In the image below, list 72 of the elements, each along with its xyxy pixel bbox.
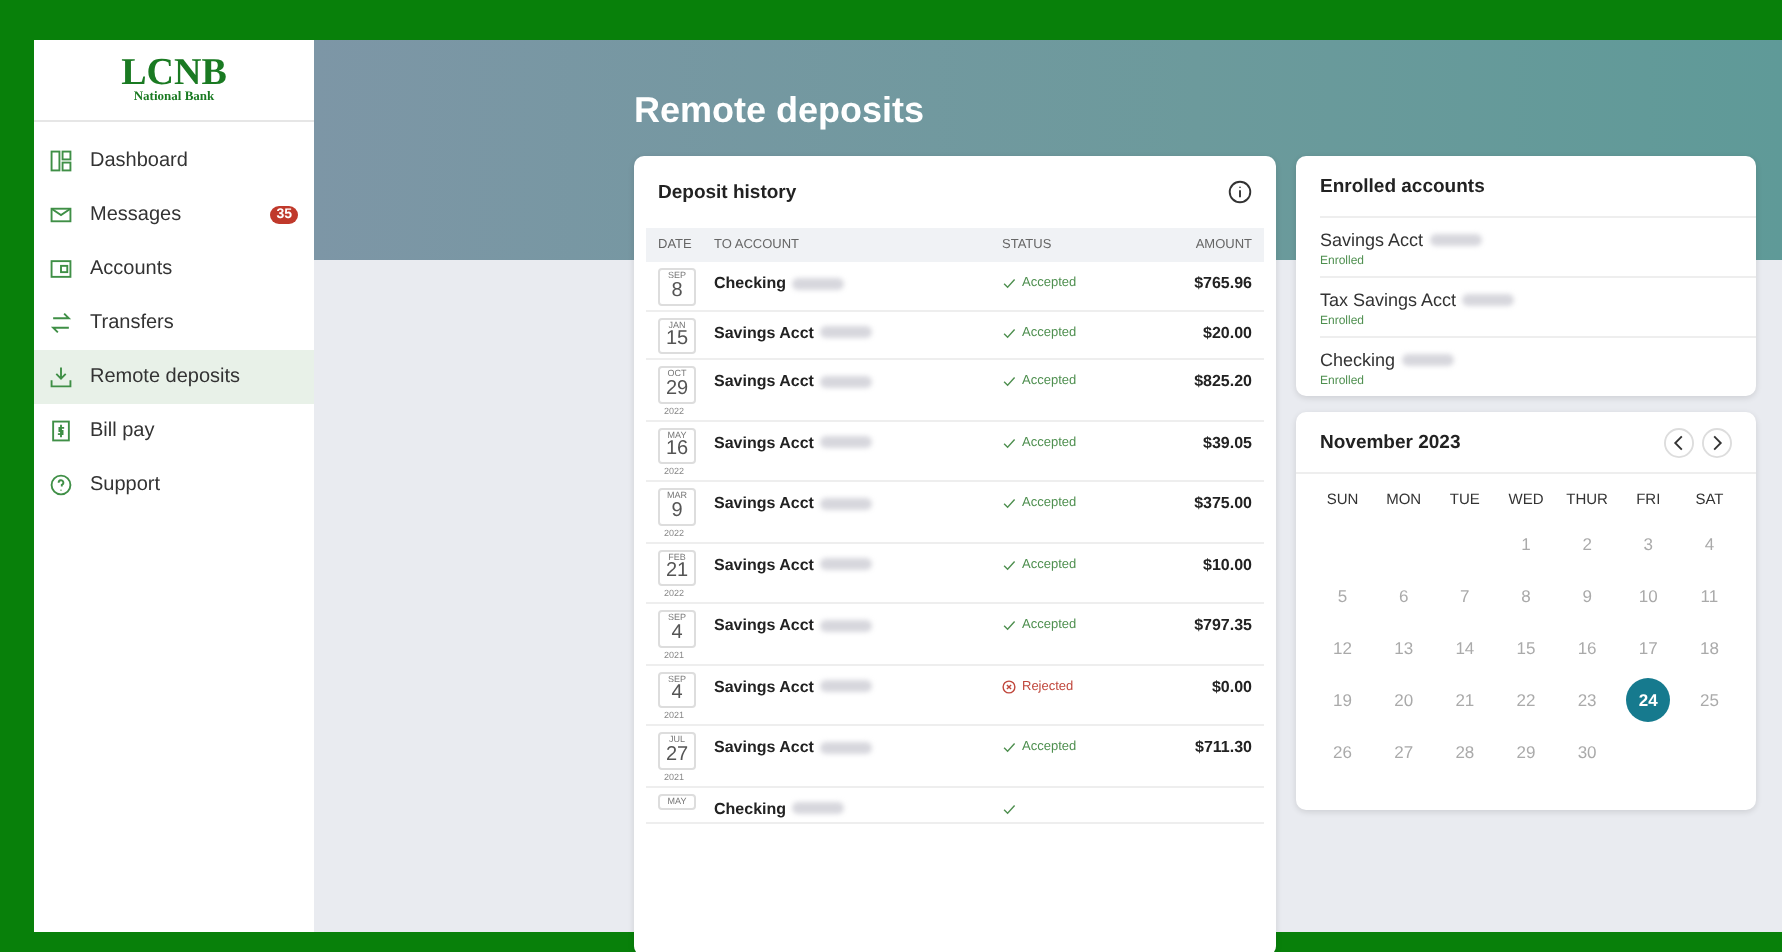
calendar-day[interactable]: 13 <box>1381 626 1426 670</box>
download-tray-icon <box>50 366 72 388</box>
calendar-day[interactable]: 1 <box>1503 522 1548 566</box>
calendar-day[interactable]: 26 <box>1320 730 1365 774</box>
calendar-day[interactable]: 21 <box>1442 678 1487 722</box>
calendar-day[interactable]: 5 <box>1320 574 1365 618</box>
amount-text: $825.20 <box>1194 372 1252 390</box>
next-month-button[interactable] <box>1702 427 1732 457</box>
calendar-day[interactable]: 25 <box>1687 678 1732 722</box>
account-name: Savings Acct <box>714 323 814 341</box>
info-icon[interactable] <box>1228 180 1252 204</box>
calendar-day[interactable]: 29 <box>1503 730 1548 774</box>
dashboard-icon <box>50 150 72 172</box>
receipt-icon <box>50 420 72 442</box>
amount-text: $20.00 <box>1203 323 1252 341</box>
calendar-day[interactable]: 2 <box>1565 522 1610 566</box>
account-name: Savings Acct <box>714 555 814 573</box>
previous-month-button[interactable] <box>1664 427 1694 457</box>
amount-text: $711.30 <box>1195 738 1252 756</box>
calendar-day[interactable]: 19 <box>1320 678 1365 722</box>
calendar-day[interactable]: 27 <box>1381 730 1426 774</box>
calendar-day[interactable]: 24 <box>1626 678 1671 722</box>
calendar-day[interactable]: 18 <box>1687 626 1732 670</box>
month-title: November 2023 <box>1320 431 1461 453</box>
calendar-day[interactable]: 14 <box>1442 626 1487 670</box>
calendar-day[interactable]: 11 <box>1687 574 1732 618</box>
account-name: Checking <box>714 274 787 292</box>
calendar-day[interactable]: 4 <box>1687 522 1732 566</box>
amount-text: $10.00 <box>1203 555 1252 573</box>
nav-item[interactable]: Bill pay <box>34 404 314 458</box>
calendar-day[interactable]: 9 <box>1565 574 1610 618</box>
help-icon <box>50 474 72 496</box>
nav-item[interactable]: Support <box>34 458 314 512</box>
calendar-day[interactable]: 17 <box>1626 626 1671 670</box>
amount-text: $375.00 <box>1194 494 1252 512</box>
calendar-day[interactable]: 12 <box>1320 626 1365 670</box>
calendar-day[interactable]: 30 <box>1565 730 1610 774</box>
account-name: Savings Acct <box>714 616 814 634</box>
nav-item[interactable]: Remote deposits <box>34 350 314 404</box>
card-title: Enrolled accounts <box>1320 175 1485 197</box>
calendar-day[interactable]: 15 <box>1503 626 1548 670</box>
page-title: Remote deposits <box>634 88 927 132</box>
nav-item[interactable]: Dashboard <box>34 134 314 188</box>
calendar-day[interactable]: 10 <box>1626 574 1671 618</box>
calendar-day[interactable]: 28 <box>1442 730 1487 774</box>
calendar-day[interactable]: 8 <box>1503 574 1548 618</box>
account-name: Savings Acct <box>714 372 814 390</box>
mail-icon <box>50 204 72 226</box>
calendar-day[interactable]: 16 <box>1565 626 1610 670</box>
card-title: Deposit history <box>658 181 797 203</box>
transfer-arrows-icon <box>50 312 72 334</box>
calendar-day[interactable]: 6 <box>1381 574 1426 618</box>
wallet-icon <box>50 258 72 280</box>
amount-text: $765.96 <box>1194 274 1252 292</box>
account-name: Savings Acct <box>714 677 814 695</box>
amount-text: $797.35 <box>1194 616 1252 634</box>
account-name: Tax Savings Acct <box>1320 290 1457 310</box>
calendar-day[interactable]: 7 <box>1442 574 1487 618</box>
amount-text: $0.00 <box>1211 677 1252 695</box>
account-name: Checking <box>1320 350 1396 370</box>
account-name: Savings Acct <box>714 738 814 756</box>
account-name: Savings Acct <box>714 494 814 512</box>
calendar-day[interactable]: 20 <box>1381 678 1426 722</box>
account-name: Savings Acct <box>714 433 814 451</box>
account-name: Checking <box>714 799 787 817</box>
amount-text: $39.05 <box>1203 433 1252 451</box>
calendar-day[interactable]: 22 <box>1503 678 1548 722</box>
calendar-day[interactable]: 23 <box>1565 678 1610 722</box>
nav-item[interactable]: Transfers <box>34 296 314 350</box>
calendar-day[interactable]: 3 <box>1626 522 1671 566</box>
account-name: Savings Acct <box>1320 230 1424 250</box>
nav-item[interactable]: Accounts <box>34 242 314 296</box>
